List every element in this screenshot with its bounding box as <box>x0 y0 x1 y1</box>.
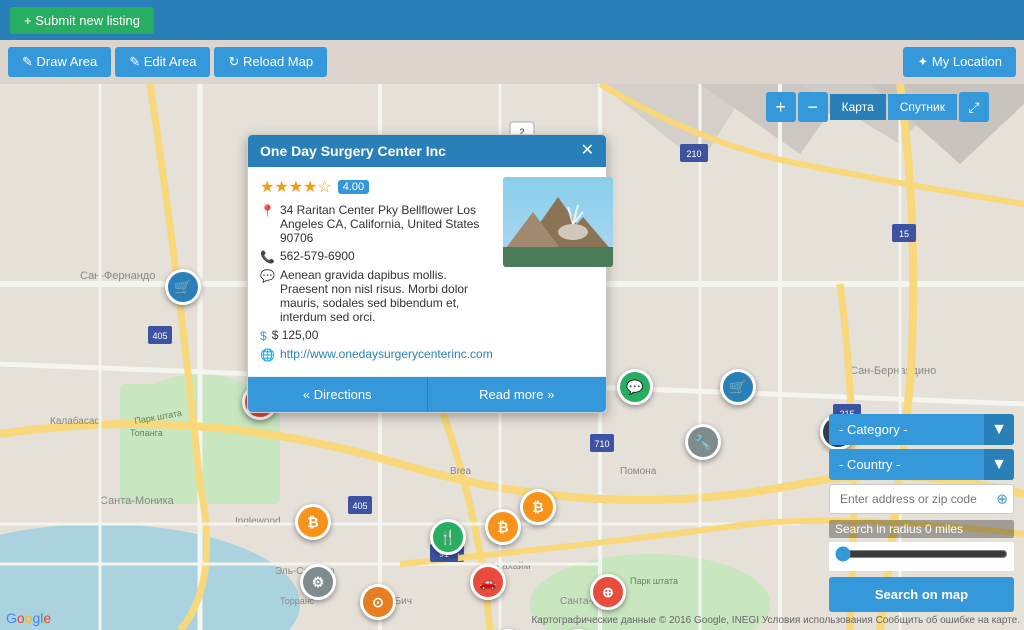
category-select[interactable]: - Category - <box>829 414 1014 445</box>
svg-text:Топанга: Топанга <box>130 428 163 438</box>
satellite-view-button[interactable]: Спутник <box>888 94 957 120</box>
popup-body: ★★★★☆ 4.00 📍 34 Raritan Center Pky Bellf… <box>248 167 606 376</box>
popup-header: One Day Surgery Center Inc ✕ <box>248 135 606 167</box>
radius-slider[interactable] <box>835 546 1008 562</box>
popup-address: 📍 34 Raritan Center Pky Bellflower Los A… <box>260 203 493 245</box>
marker-blue-1[interactable]: 🛒 <box>165 269 201 305</box>
radius-label: Search in radius 0 miles <box>829 520 1014 538</box>
svg-text:405: 405 <box>352 501 367 511</box>
popup-stars: ★★★★☆ 4.00 <box>260 177 493 197</box>
marker-blue-cart[interactable]: 🛒 <box>720 369 756 405</box>
svg-text:Brea: Brea <box>450 466 472 477</box>
fullscreen-button[interactable]: ⤢ <box>959 92 989 122</box>
my-location-button[interactable]: ✦ My Location <box>903 47 1016 77</box>
top-bar: + Submit new listing <box>0 0 1024 40</box>
radius-slider-wrap <box>829 542 1014 571</box>
marker-btc-2[interactable]: ₿ <box>485 509 521 545</box>
target-icon: ⊕ <box>996 491 1008 508</box>
country-select[interactable]: - Country - <box>829 449 1014 480</box>
popup-footer: « Directions Read more » <box>248 376 606 412</box>
phone-icon: 📞 <box>260 250 275 264</box>
map-controls-bar: ✎ Draw Area ✎ Edit Area ↻ Reload Map ✦ M… <box>0 40 1024 84</box>
google-logo: Google <box>6 610 51 626</box>
map-attribution: Картографические данные © 2016 Google, I… <box>531 615 1020 626</box>
category-select-wrap: - Category - ▼ <box>829 414 1014 445</box>
popup-image-placeholder <box>503 177 613 267</box>
marker-red-auto[interactable]: 🚗 <box>470 564 506 600</box>
comment-icon: 💬 <box>260 269 275 283</box>
draw-area-button[interactable]: ✎ Draw Area <box>8 47 111 77</box>
address-input[interactable] <box>829 484 1014 514</box>
popup-image <box>503 177 613 267</box>
country-select-wrap: - Country - ▼ <box>829 449 1014 480</box>
map-view-button[interactable]: Карта <box>830 94 886 120</box>
popup-price: $ $ 125,00 <box>260 328 493 343</box>
zoom-out-button[interactable]: − <box>798 92 828 122</box>
svg-text:710: 710 <box>594 439 609 449</box>
popup-website: 🌐 http://www.onedaysurgerycenterinc.com <box>260 347 493 362</box>
popup-phone: 📞 562-579-6900 <box>260 249 493 264</box>
svg-text:Калабасас: Калабасас <box>50 415 99 427</box>
svg-text:405: 405 <box>152 331 167 341</box>
price-icon: $ <box>260 329 267 343</box>
marker-gray-wrench[interactable]: 🔧 <box>685 424 721 460</box>
submit-listing-button[interactable]: + Submit new listing <box>10 7 154 34</box>
marker-green-chat[interactable]: 💬 <box>617 369 653 405</box>
marker-orange-1[interactable]: ⊙ <box>360 584 396 620</box>
popup-close-button[interactable]: ✕ <box>581 143 594 159</box>
svg-text:Парк штата: Парк штата <box>630 576 678 586</box>
marker-btc-1[interactable]: ₿ <box>295 504 331 540</box>
popup-website-link[interactable]: http://www.onedaysurgerycenterinc.com <box>280 347 493 361</box>
svg-text:Помона: Помона <box>620 466 657 477</box>
map-type-controls: + − Карта Спутник ⤢ <box>766 92 989 122</box>
address-input-wrap: ⊕ <box>829 484 1014 514</box>
reload-map-button[interactable]: ↻ Reload Map <box>214 47 327 77</box>
listing-popup: One Day Surgery Center Inc ✕ ★★★★☆ 4.00 … <box>247 134 607 413</box>
svg-text:Сан-Бернардино: Сан-Бернардино <box>850 365 936 377</box>
map-area[interactable]: 405 405 710 605 Сан-Фернандо Калабасас С… <box>0 84 1024 630</box>
read-more-button[interactable]: Read more » <box>428 377 607 412</box>
globe-icon: 🌐 <box>260 348 275 362</box>
zoom-in-button[interactable]: + <box>766 92 796 122</box>
popup-title: One Day Surgery Center Inc <box>260 143 446 159</box>
svg-text:210: 210 <box>686 149 701 159</box>
svg-text:Сан-Фернандо: Сан-Фернандо <box>80 270 155 282</box>
edit-area-button[interactable]: ✎ Edit Area <box>115 47 210 77</box>
directions-button[interactable]: « Directions <box>248 377 428 412</box>
svg-text:Санта-Моника: Санта-Моника <box>100 495 175 507</box>
star-rating-badge: 4.00 <box>338 180 369 194</box>
marker-green-fork[interactable]: 🍴 <box>430 519 466 555</box>
sidebar-panel: - Category - ▼ - Country - ▼ ⊕ Search in… <box>829 414 1014 612</box>
location-icon: 📍 <box>260 204 275 218</box>
popup-info: ★★★★☆ 4.00 📍 34 Raritan Center Pky Bellf… <box>260 177 493 366</box>
marker-btc-3[interactable]: ₿ <box>520 489 556 525</box>
svg-text:15: 15 <box>899 229 909 239</box>
search-map-button[interactable]: Search on map <box>829 577 1014 612</box>
marker-gray-1[interactable]: ⚙ <box>300 564 336 600</box>
marker-red-cross[interactable]: ⊕ <box>590 574 626 610</box>
popup-description: 💬 Aenean gravida dapibus mollis. Praesen… <box>260 268 493 324</box>
